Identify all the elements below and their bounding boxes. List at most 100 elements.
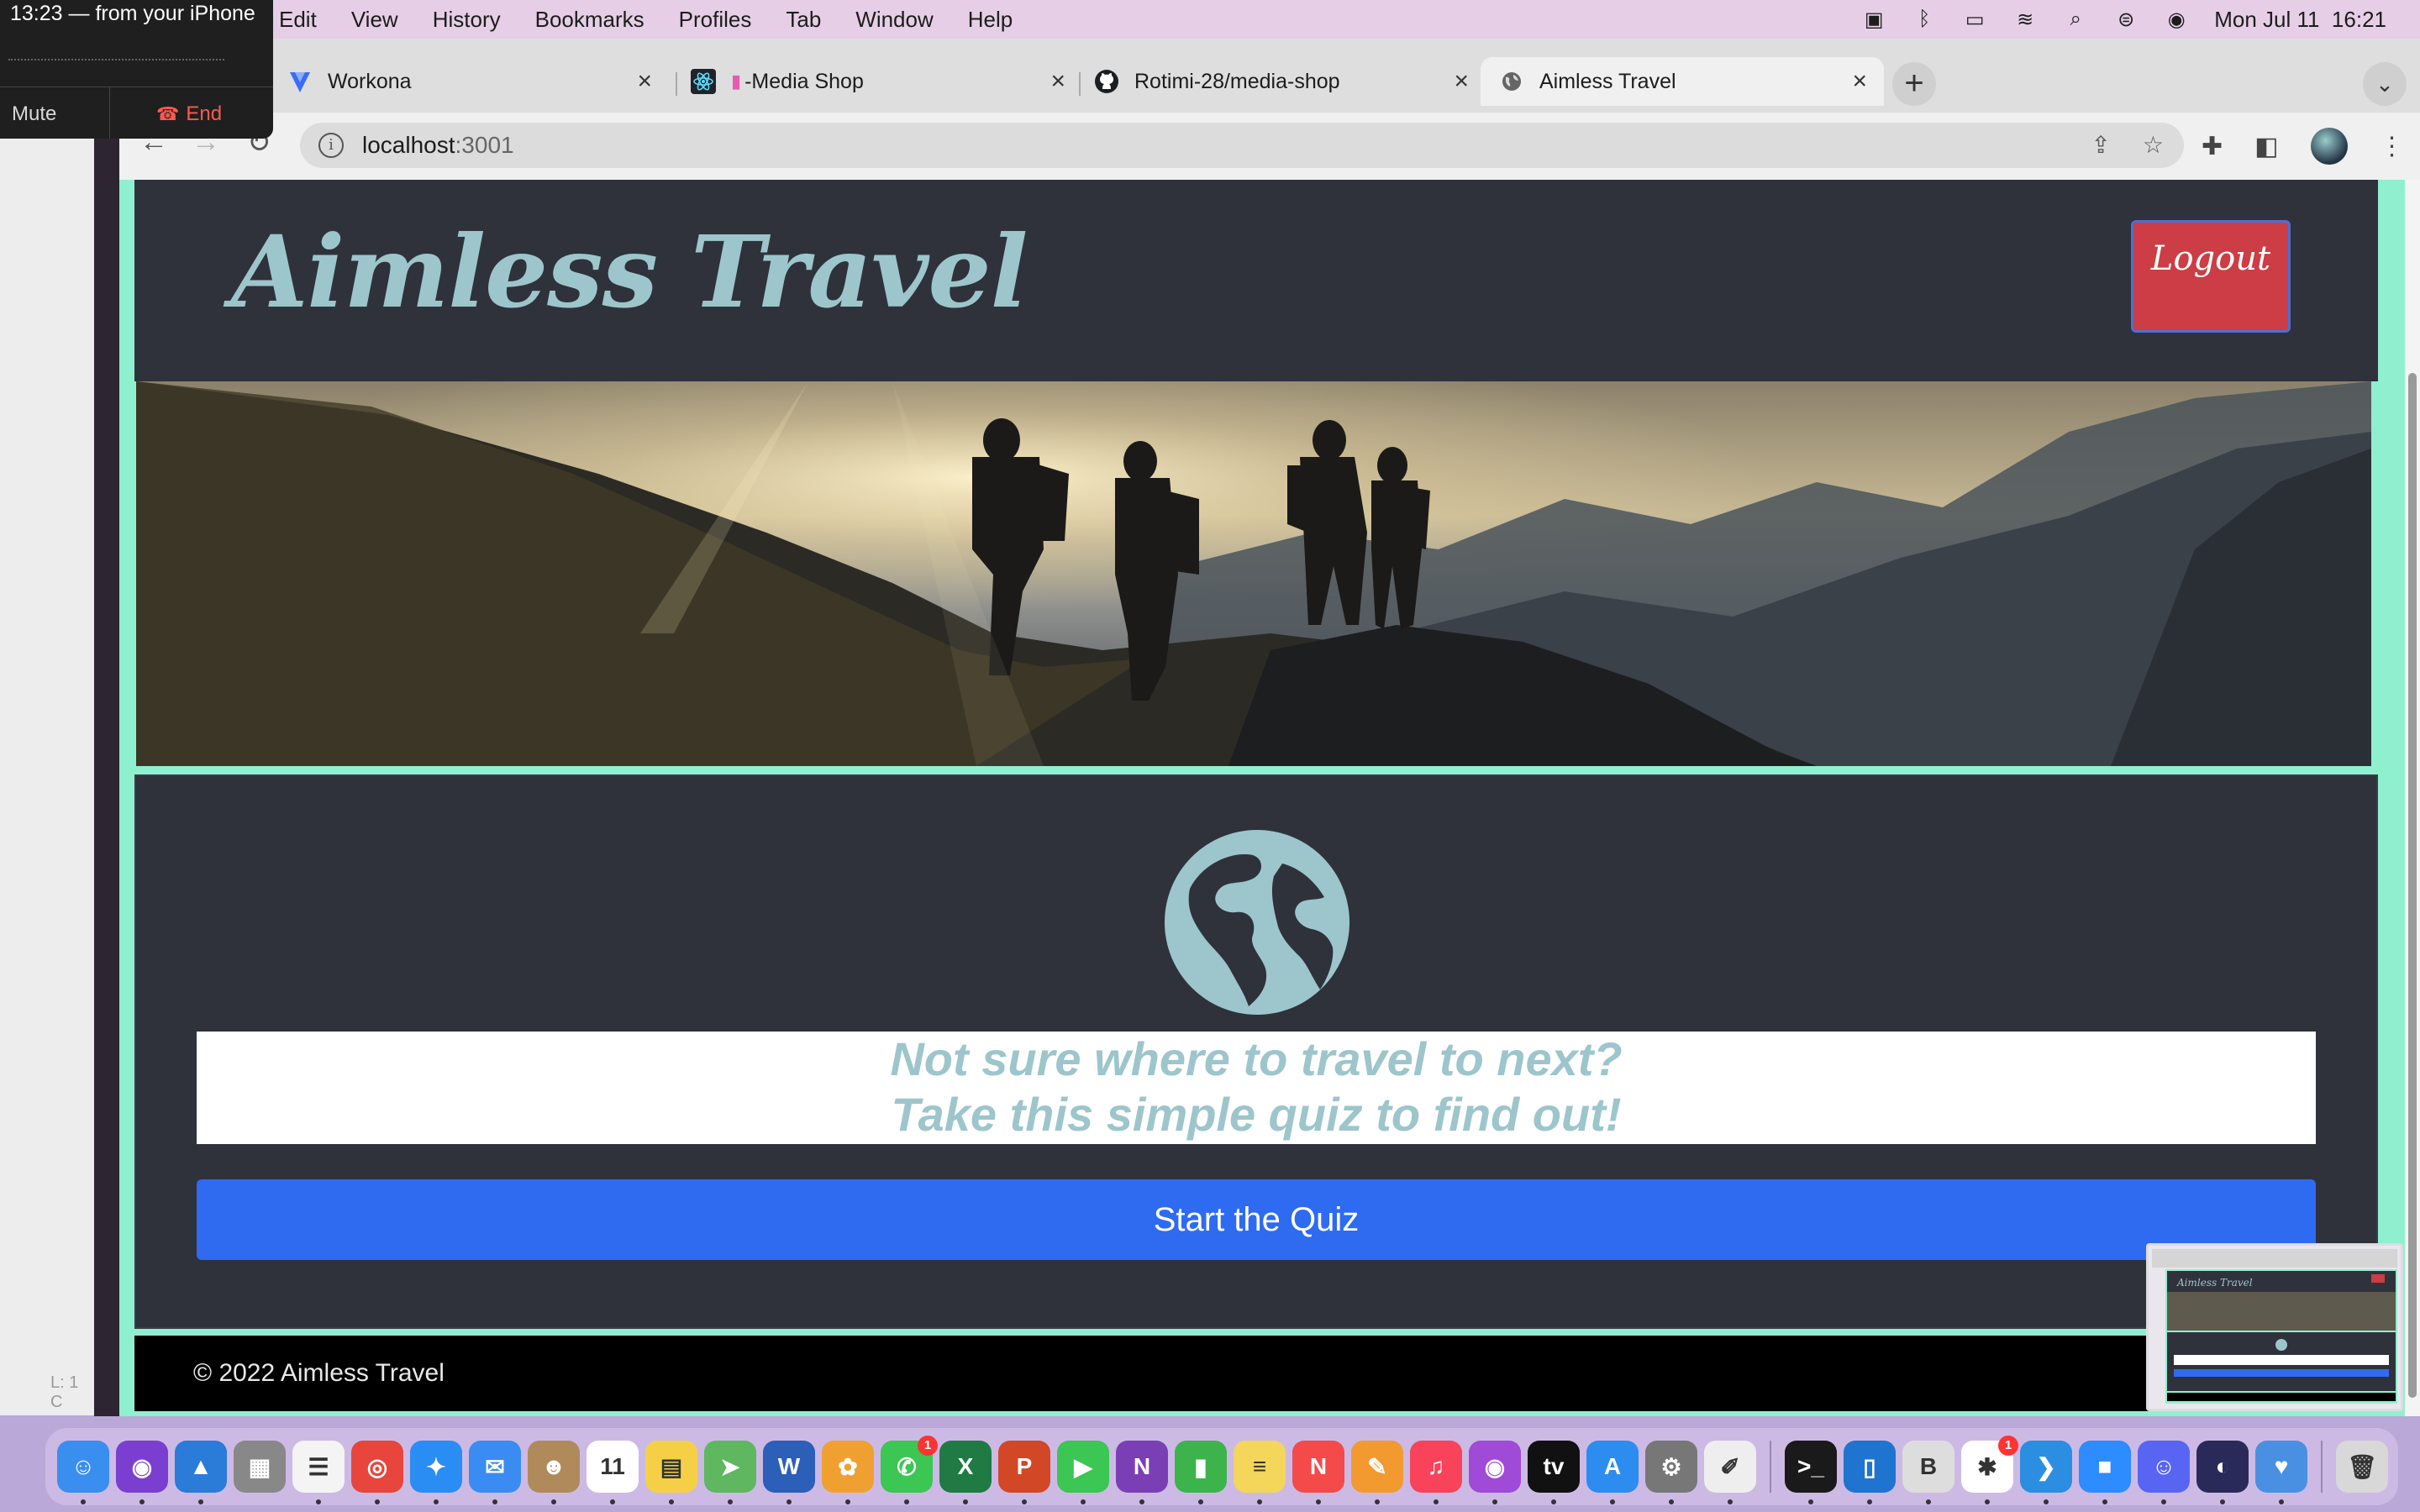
hikers-mountain-photo (136, 381, 2371, 766)
start-quiz-button[interactable]: Start the Quiz (197, 1179, 2316, 1260)
safari-icon[interactable]: ✦ (410, 1441, 462, 1504)
thumbnail-title: Aimless Travel (2176, 1277, 2253, 1289)
siri-icon[interactable]: ◉ (116, 1441, 168, 1504)
close-icon[interactable]: × (1050, 67, 1065, 96)
trash-icon[interactable]: 🗑 (2336, 1441, 2388, 1493)
running-indicator (375, 1499, 380, 1504)
menu-view[interactable]: View (351, 7, 398, 33)
app-menus: Edit View History Bookmarks Profiles Tab… (279, 0, 1047, 39)
running-indicator (434, 1499, 439, 1504)
wifi-icon[interactable]: ≋ (2012, 8, 2038, 31)
siri-icon[interactable]: ◉ (2164, 8, 2189, 31)
textedit-icon[interactable]: ✐ (1704, 1441, 1756, 1504)
running-indicator (1985, 1499, 1990, 1504)
screenshot-thumbnail-preview[interactable]: Aimless Travel (2146, 1243, 2403, 1411)
extensions-icon[interactable]: ✚ (2202, 132, 2223, 161)
mac-menubar: Edit View History Bookmarks Profiles Tab… (0, 0, 2420, 39)
bluetooth-icon[interactable]: ᛒ (1912, 8, 1937, 30)
menu-bookmarks[interactable]: Bookmarks (535, 7, 644, 33)
running-indicator (1139, 1499, 1144, 1504)
new-tab-button[interactable]: + (1892, 62, 1936, 106)
news-icon[interactable]: N (1292, 1441, 1344, 1504)
tab-aimless-travel[interactable]: Aimless Travel × (1481, 57, 1884, 106)
chrome-icon[interactable]: ◎ (351, 1441, 403, 1504)
mute-button[interactable]: Mute (12, 102, 56, 126)
close-icon[interactable]: × (1454, 67, 1469, 96)
zoom-icon[interactable]: ■ (2079, 1441, 2131, 1504)
notes-icon[interactable]: ▤ (645, 1441, 697, 1504)
music-icon[interactable]: ♫ (1410, 1441, 1462, 1504)
bbedit-icon[interactable]: B (1902, 1441, 1954, 1504)
share-icon[interactable]: ⇪ (2091, 131, 2110, 159)
launchpad-icon[interactable]: ▦ (234, 1441, 286, 1493)
running-indicator (1375, 1499, 1380, 1504)
camera-icon[interactable]: ▣ (1861, 8, 1886, 31)
menu-tab[interactable]: Tab (786, 7, 821, 33)
messages-icon[interactable]: ✆ 1 (881, 1436, 938, 1504)
terminal-icon[interactable]: >_ (1785, 1441, 1837, 1504)
tab-search-button[interactable]: ⌄ (2363, 62, 2407, 106)
photos-icon[interactable]: ✿ (822, 1441, 874, 1504)
shopping-bag-icon: ▮ (731, 71, 742, 92)
powerpoint-icon[interactable]: P (998, 1441, 1050, 1504)
running-indicator (2279, 1499, 2284, 1504)
call-caller: 13:23 — from your iPhone (10, 2, 255, 25)
tab-workona[interactable]: Workona × (287, 57, 669, 106)
screenshot-icon[interactable]: ◐ (2196, 1441, 2249, 1504)
trello-icon[interactable]: ▯ (1844, 1441, 1896, 1504)
podcasts-icon[interactable]: ◉ (1469, 1441, 1521, 1504)
spotlight-icon[interactable]: ⌕ (2063, 8, 2088, 30)
scrollbar-thumb[interactable] (2408, 373, 2417, 1398)
address-bar[interactable]: i localhost:3001 ⇪ ☆ (300, 123, 2184, 168)
pages-icon[interactable]: ✎ (1351, 1441, 1403, 1504)
logout-button[interactable]: Logout (2131, 220, 2291, 333)
keynote-icon[interactable]: ▲ (175, 1441, 227, 1504)
excel-icon[interactable]: X (939, 1441, 992, 1504)
numbers-icon[interactable]: ▮ (1175, 1441, 1227, 1504)
reminders-icon[interactable]: ☰ (292, 1441, 345, 1504)
site-title: Aimless Travel (231, 213, 1028, 330)
more-menu-icon[interactable]: ⋮ (2380, 132, 2405, 161)
stickies-icon[interactable]: ≡ (1234, 1441, 1286, 1504)
side-panel-icon[interactable]: ◧ (2254, 132, 2278, 161)
tab-separator (676, 72, 677, 96)
facetime-icon[interactable]: ▶ (1057, 1441, 1109, 1504)
appstore-icon[interactable]: A (1586, 1441, 1639, 1504)
battery-icon[interactable]: ▭ (1962, 8, 1987, 31)
site-info-icon[interactable]: i (318, 133, 344, 158)
calendar-icon[interactable]: 11 (587, 1441, 639, 1504)
tab-github[interactable]: Rotimi-28/media-shop × (1094, 57, 1486, 106)
onenote-icon[interactable]: N (1116, 1441, 1168, 1504)
profile-avatar[interactable] (2310, 128, 2348, 165)
running-indicator (198, 1499, 203, 1504)
menu-help[interactable]: Help (968, 7, 1013, 33)
running-indicator (1867, 1499, 1872, 1504)
end-call-button[interactable]: ☎ End (156, 102, 222, 126)
tab-bar: Workona × ▮ -Media Shop × Rotimi-28/medi… (119, 39, 2420, 113)
tab-media-shop[interactable]: ▮ -Media Shop × (691, 57, 1082, 106)
menu-edit[interactable]: Edit (279, 7, 317, 33)
globe-icon (1499, 69, 1524, 94)
control-center-icon[interactable]: ⊜ (2113, 8, 2139, 31)
health-icon[interactable]: ♥ (2255, 1441, 2307, 1504)
menu-window[interactable]: Window (855, 7, 933, 33)
menu-history[interactable]: History (433, 7, 501, 33)
close-icon[interactable]: × (1852, 67, 1867, 96)
mail-icon[interactable]: ✉ (469, 1441, 521, 1504)
close-icon[interactable]: × (637, 67, 652, 96)
vscode-icon[interactable]: ❯ (2020, 1441, 2072, 1504)
appletv-icon[interactable]: tv (1528, 1441, 1580, 1504)
discord-icon[interactable]: ☺ (2138, 1441, 2190, 1504)
menu-profiles[interactable]: Profiles (679, 7, 752, 33)
finder-icon[interactable]: ☺ (57, 1441, 109, 1504)
datetime[interactable]: Mon Jul 11 16:21 (2214, 7, 2386, 33)
page-scrollbar[interactable] (2405, 180, 2420, 1416)
contacts-icon[interactable]: ☻ (528, 1441, 580, 1504)
word-icon[interactable]: W (763, 1441, 815, 1504)
running-indicator (1022, 1499, 1027, 1504)
systemprefs-icon[interactable]: ⚙ (1645, 1441, 1697, 1504)
running-indicator (492, 1499, 497, 1504)
slack-icon[interactable]: ✱ 1 (1961, 1436, 2018, 1504)
bookmark-star-icon[interactable]: ☆ (2143, 131, 2164, 159)
maps-icon[interactable]: ➤ (704, 1441, 756, 1504)
